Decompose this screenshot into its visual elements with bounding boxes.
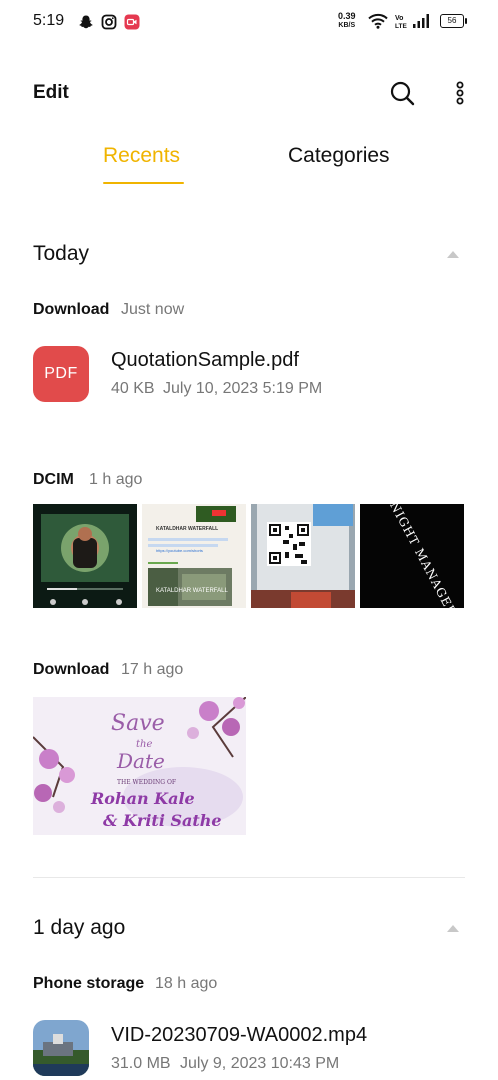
- battery-icon: 56: [440, 14, 467, 28]
- pdf-file-icon: PDF: [33, 346, 89, 402]
- file-date: July 10, 2023 5:19 PM: [163, 380, 323, 397]
- section-header-today: Today: [33, 242, 90, 265]
- file-size: 40 KB: [111, 380, 155, 397]
- network-speed-value: 0.39: [338, 11, 356, 21]
- image-thumbnail[interactable]: [33, 504, 137, 608]
- active-tab-indicator: [103, 182, 184, 184]
- group-source: Download: [33, 661, 110, 678]
- file-name: VID-20230709-WA0002.mp4: [111, 1024, 368, 1046]
- signal-icon: [413, 14, 429, 28]
- snapchat-icon: [79, 15, 93, 29]
- svg-text:Vo: Vo: [395, 15, 403, 22]
- tab-recents[interactable]: Recents: [103, 144, 180, 168]
- instagram-icon: [101, 14, 117, 30]
- network-speed: 0.39 KB/S: [338, 12, 356, 30]
- search-icon[interactable]: [389, 80, 415, 106]
- video-caption-text: KATALDHAR WATERFALL: [156, 588, 228, 594]
- tab-categories[interactable]: Categories: [288, 144, 390, 168]
- invite-text-wedding-of: THE WEDDING OF: [117, 779, 177, 786]
- group-time: 18 h ago: [155, 975, 218, 992]
- status-bar: 5:19 0.39 KB/S Vo LTE 56: [0, 0, 498, 44]
- edit-button[interactable]: Edit: [33, 82, 69, 104]
- chat-link-text: https://youtube.com/shorts: [156, 548, 203, 553]
- file-item-pdf[interactable]: PDF QuotationSample.pdf 40 KB July 10, 2…: [0, 330, 498, 420]
- more-options-icon[interactable]: [452, 80, 468, 106]
- section-divider: [33, 877, 465, 878]
- volte-icon: Vo LTE: [395, 15, 407, 29]
- group-source: Download: [33, 301, 110, 318]
- invite-text-save: Save: [111, 711, 165, 736]
- wifi-icon: [368, 13, 388, 29]
- section-header-1-day-ago: 1 day ago: [33, 916, 126, 939]
- group-time: 1 h ago: [89, 471, 143, 488]
- image-thumbnail[interactable]: [251, 504, 355, 608]
- svg-text:LTE: LTE: [395, 23, 407, 29]
- collapse-arrow-icon[interactable]: [446, 923, 460, 933]
- screen-recorder-icon: [124, 14, 140, 30]
- collapse-arrow-icon[interactable]: [446, 249, 460, 259]
- group-time: 17 h ago: [121, 661, 184, 678]
- file-size: 31.0 MB: [111, 1055, 171, 1072]
- status-time: 5:19: [33, 12, 65, 29]
- group-time: Just now: [121, 301, 185, 318]
- file-item-video[interactable]: VID-20230709-WA0002.mp4 31.0 MB July 9, …: [0, 1008, 498, 1080]
- invite-text-groom: Rohan Kale: [91, 789, 195, 808]
- group-source: Phone storage: [33, 975, 145, 992]
- video-thumbnail-icon: [33, 1020, 89, 1076]
- invite-text-bride: & Kriti Sathe: [103, 811, 222, 830]
- invite-text-date: Date: [117, 749, 165, 773]
- image-thumbnail[interactable]: NIGHT MANAGER: [360, 504, 464, 608]
- image-thumbnail-wedding-invite[interactable]: Save the Date THE WEDDING OF Rohan Kale …: [33, 697, 246, 835]
- image-thumbnail[interactable]: KATALDHAR WATERFALL https://youtube.com/…: [142, 504, 246, 608]
- chat-title-text: KATALDHAR WATERFALL: [156, 526, 219, 532]
- title-card-text: NIGHT MANAGER: [386, 504, 460, 608]
- file-date: July 9, 2023 10:43 PM: [180, 1055, 340, 1072]
- file-name: QuotationSample.pdf: [111, 349, 299, 371]
- network-speed-unit: KB/S: [338, 22, 356, 29]
- group-source: DCIM: [33, 471, 74, 488]
